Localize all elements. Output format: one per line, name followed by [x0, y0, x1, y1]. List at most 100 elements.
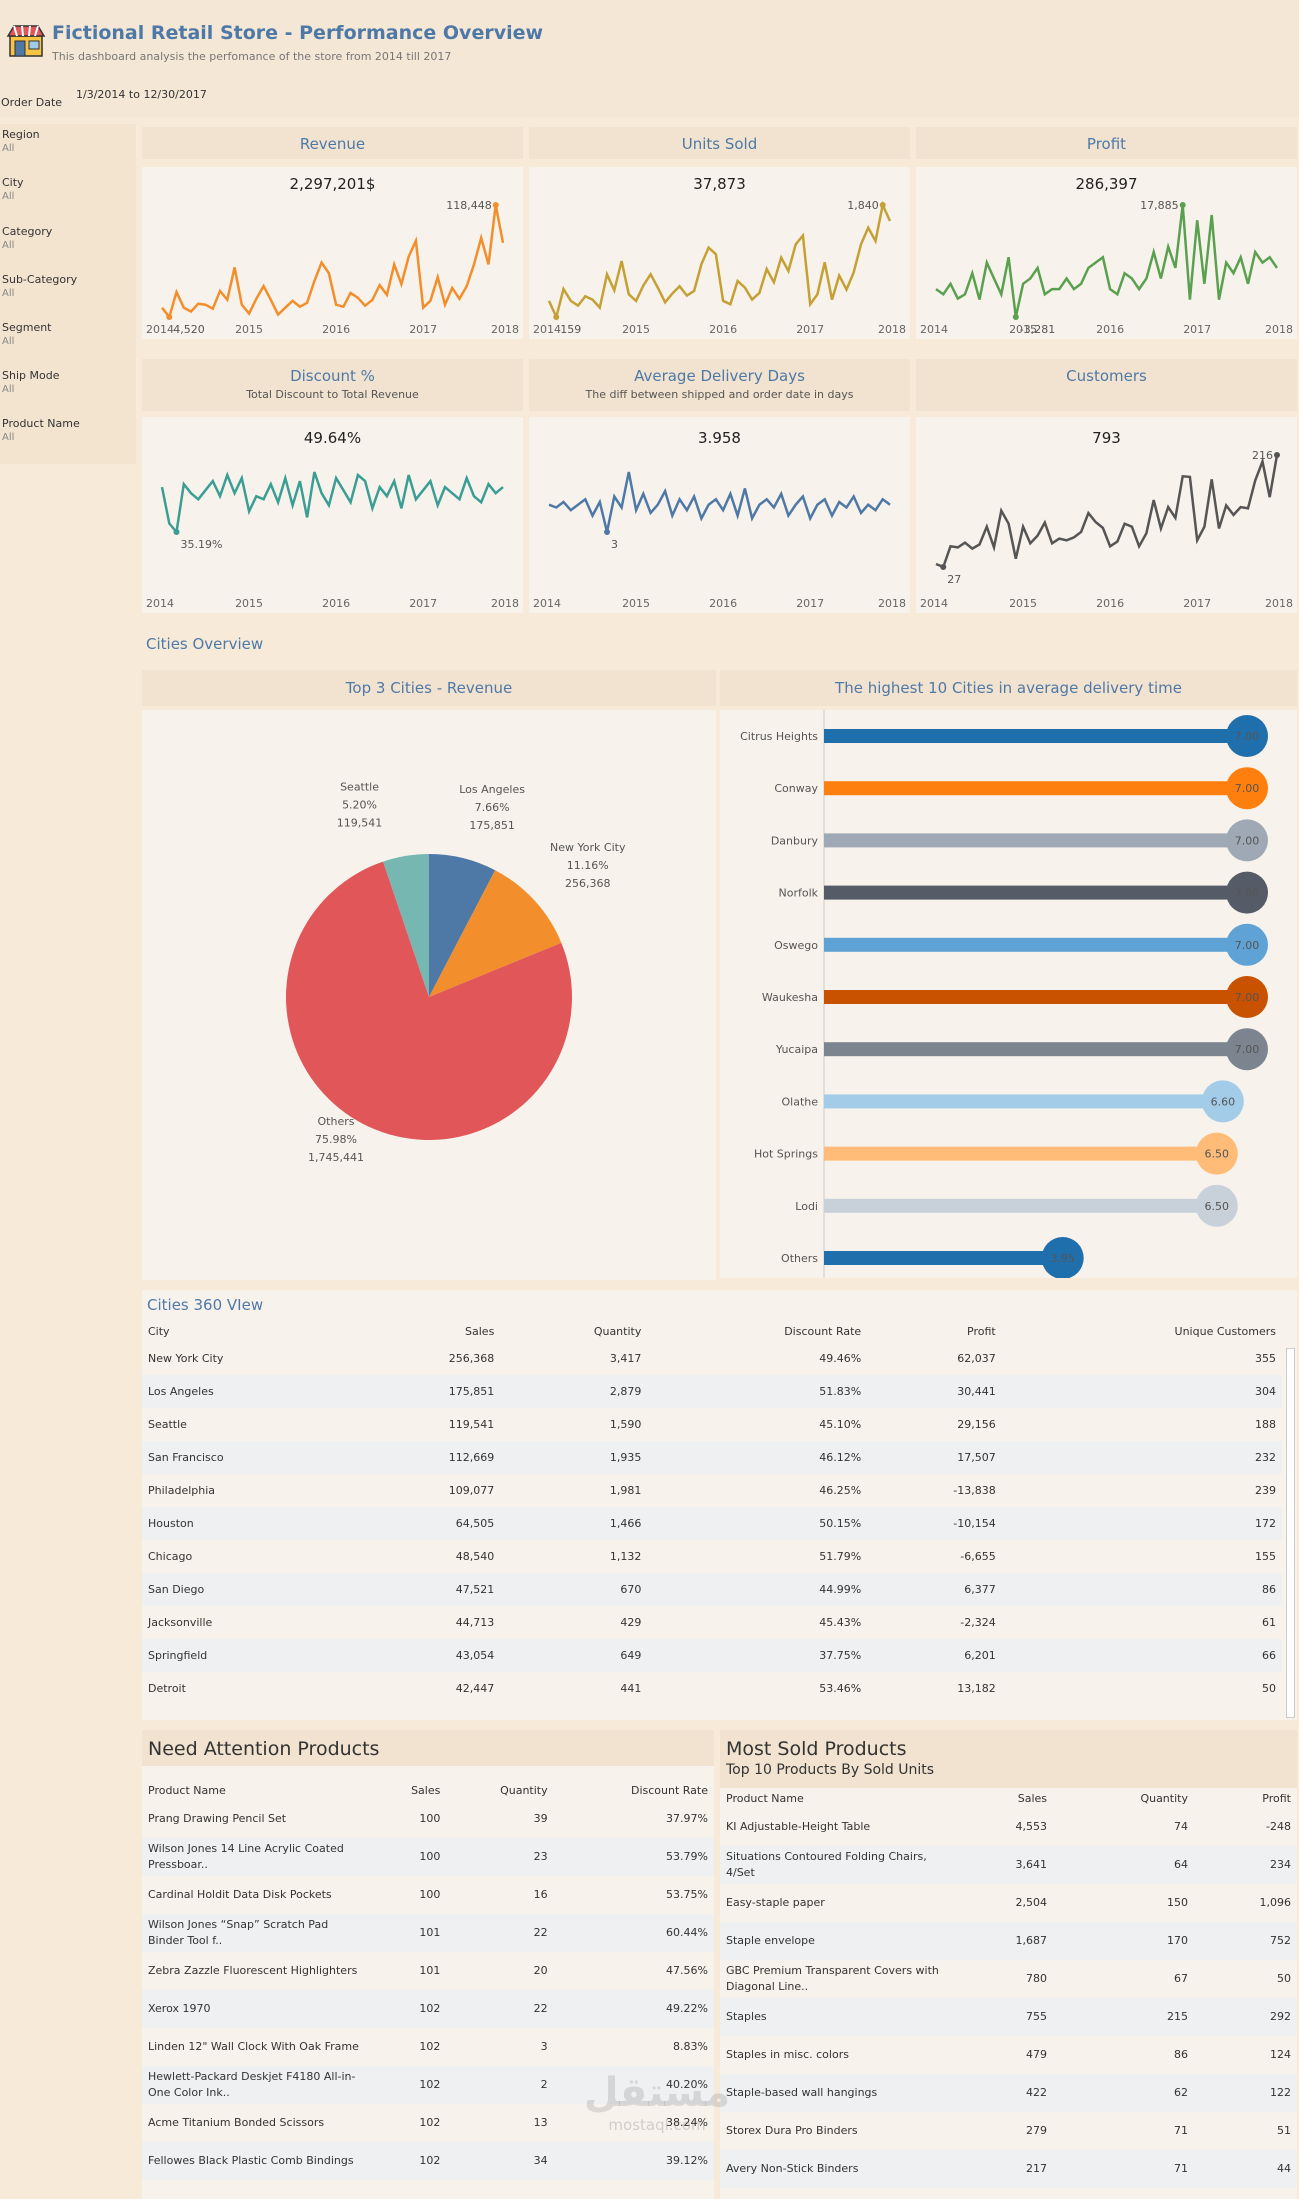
most-sold-row[interactable]: Staples 755 215 292	[720, 1998, 1297, 2036]
customers-line	[935, 454, 1279, 569]
most-sold-col-product-name[interactable]: Product Name	[720, 1788, 950, 1808]
bar-hot-springs	[824, 1146, 1217, 1161]
most-sold-col-profit[interactable]: Profit	[1194, 1788, 1297, 1808]
most-sold-row[interactable]: Storex Dura Pro Binders 279 71 51	[720, 2112, 1297, 2150]
year-tick-2014: 2014	[533, 323, 561, 336]
bar-danbury	[824, 833, 1247, 848]
discount-line	[160, 471, 504, 535]
most-sold-row[interactable]: Staple-based wall hangings 422 62 122	[720, 2074, 1297, 2112]
cities-360-row[interactable]: New York City 256,368 3,417 49.46% 62,037 355	[142, 1342, 1282, 1375]
filter-category[interactable]: Category All	[2, 225, 52, 251]
cities-360-row[interactable]: Jacksonville 44,713 429 45.43% -2,324 61	[142, 1606, 1282, 1639]
svg-text:256,368: 256,368	[565, 877, 611, 890]
cities-360-row[interactable]: Philadelphia 109,077 1,981 46.25% -13,838 239	[142, 1474, 1282, 1507]
pie-label-los-angeles: Los Angeles 7.66% 175,851	[459, 783, 525, 832]
attention-row[interactable]: Hewlett-Packard Deskjet F4180 All-in-One…	[142, 2066, 714, 2104]
cities-360-row[interactable]: San Diego 47,521 670 44.99% 6,377 86	[142, 1573, 1282, 1606]
most-sold-row[interactable]: Staple envelope 1,687 170 752	[720, 1922, 1297, 1960]
most-sold-panel: Most Sold Products Top 10 Products By So…	[720, 1730, 1297, 2199]
most-sold-col-sales[interactable]: Sales	[950, 1788, 1053, 1808]
attention-row[interactable]: Fellowes Black Plastic Comb Bindings 102 3…	[142, 2142, 714, 2180]
filter-sub-category[interactable]: Sub-Category All	[2, 273, 77, 299]
cities-360-scrollbar[interactable]	[1286, 1348, 1295, 1718]
revenue-min-point	[166, 314, 173, 320]
most-sold-row[interactable]: KI Adjustable-Height Table 4,553 74 -248	[720, 1808, 1297, 1846]
cities-360-row[interactable]: Springfield 43,054 649 37.75% 6,201 66	[142, 1639, 1282, 1672]
attention-row[interactable]: Wilson Jones 14 Line Acrylic Coated Pres…	[142, 1838, 714, 1876]
bar-title: The highest 10 Cities in average deliver…	[720, 670, 1297, 706]
kpi-units-header: Units Sold	[529, 127, 910, 159]
cities-360-panel: Cities 360 VIew City Sales Quantity Discoun…	[142, 1290, 1297, 1720]
profit-line	[935, 204, 1279, 318]
attention-row[interactable]: Wilson Jones “Snap” Scratch Pad Binder T…	[142, 1914, 714, 1952]
attention-row[interactable]: Linden 12" Wall Clock With Oak Frame 102 3…	[142, 2028, 714, 2066]
bar-value-oswego: 7.00	[1235, 939, 1260, 952]
cities-360-col-city[interactable]: City	[142, 1320, 358, 1342]
profit-min-point	[1012, 314, 1019, 320]
units-max-point	[879, 202, 886, 208]
cities-360-col-unique-customers[interactable]: Unique Customers	[1002, 1320, 1282, 1342]
cities-360-col-quantity[interactable]: Quantity	[500, 1320, 647, 1342]
cities-overview-title: Cities Overview	[146, 635, 264, 653]
kpi-customers: Customers 793 27 216 2014 2015 2016 2017 2018	[916, 359, 1297, 615]
attention-table: Product Name Sales Quantity Discount Rate P…	[142, 1780, 714, 2180]
svg-text:Others: Others	[318, 1115, 355, 1128]
cities-360-row[interactable]: Houston 64,505 1,466 50.15% -10,154 172	[142, 1507, 1282, 1540]
bar-norfolk	[824, 885, 1247, 900]
svg-text:Los Angeles: Los Angeles	[459, 783, 525, 796]
bar-value-citrus-heights: 7.00	[1235, 730, 1260, 743]
bar-label-hot-springs: Hot Springs	[754, 1148, 818, 1161]
attention-row[interactable]: Prang Drawing Pencil Set 100 39 37.97%	[142, 1800, 714, 1838]
year-tick-2018: 2018	[491, 323, 519, 336]
year-tick-2016: 2016	[1096, 597, 1124, 610]
order-date-range[interactable]: 1/3/2014 to 12/30/2017	[76, 88, 207, 101]
customers-max-point	[1274, 452, 1280, 458]
most-sold-row[interactable]: Staples in misc. colors 479 86 124	[720, 2036, 1297, 2074]
bar-value-lodi: 6.50	[1205, 1200, 1230, 1213]
filter-city[interactable]: City All	[2, 176, 24, 202]
most-sold-col-quantity[interactable]: Quantity	[1053, 1788, 1194, 1808]
kpi-delivery-value: 3.958	[698, 429, 741, 447]
most-sold-row[interactable]: Situations Contoured Folding Chairs, 4/S…	[720, 1846, 1297, 1884]
attention-col-quantity[interactable]: Quantity	[446, 1780, 553, 1800]
kpi-revenue-value: 2,297,201$	[289, 175, 376, 193]
year-tick-2014: 2014	[146, 597, 174, 610]
svg-text:Seattle: Seattle	[340, 780, 379, 793]
attention-col-discount-rate[interactable]: Discount Rate	[554, 1780, 714, 1800]
most-sold-row[interactable]: Avery Non-Stick Binders 217 71 44	[720, 2150, 1297, 2188]
svg-text:New York City: New York City	[550, 841, 626, 854]
kpi-delivery-header: Average Delivery Days The diff between sh…	[529, 359, 910, 411]
customers-min-point	[940, 564, 947, 570]
svg-text:11.16%: 11.16%	[567, 859, 609, 872]
most-sold-row[interactable]: Easy-staple paper 2,504 150 1,096	[720, 1884, 1297, 1922]
cities-360-col-profit[interactable]: Profit	[867, 1320, 1002, 1342]
bar-yucaipa	[824, 1042, 1247, 1057]
filter-region[interactable]: Region All	[2, 128, 40, 154]
attention-row[interactable]: Acme Titanium Bonded Scissors 102 13 38.24%	[142, 2104, 714, 2142]
cities-360-col-sales[interactable]: Sales	[358, 1320, 500, 1342]
year-tick-2015: 2015	[1009, 323, 1037, 336]
year-tick-2018: 2018	[1265, 597, 1293, 610]
attention-col-sales[interactable]: Sales	[372, 1780, 446, 1800]
cities-360-row[interactable]: Los Angeles 175,851 2,879 51.83% 30,441 304	[142, 1375, 1282, 1408]
attention-row[interactable]: Zebra Zazzle Fluorescent Highlighters 101…	[142, 1952, 714, 1990]
cities-360-col-discount-rate[interactable]: Discount Rate	[647, 1320, 867, 1342]
units-line	[547, 200, 892, 321]
cities-360-row[interactable]: Chicago 48,540 1,132 51.79% -6,655 155	[142, 1540, 1282, 1573]
year-tick-2016: 2016	[1096, 323, 1124, 336]
filter-product-name[interactable]: Product Name All	[2, 417, 80, 443]
filter-ship-mode[interactable]: Ship Mode All	[2, 369, 59, 395]
cities-360-row[interactable]: Seattle 119,541 1,590 45.10% 29,156 188	[142, 1408, 1282, 1441]
bar-value-yucaipa: 7.00	[1235, 1043, 1260, 1056]
delivery-bar-panel: The highest 10 Cities in average deliver…	[720, 670, 1297, 1280]
attention-col-product-name[interactable]: Product Name	[142, 1780, 372, 1800]
cities-360-row[interactable]: Detroit 42,447 441 53.46% 13,182 50	[142, 1672, 1282, 1705]
most-sold-row[interactable]: GBC Premium Transparent Covers with Diag…	[720, 1960, 1297, 1998]
attention-row[interactable]: Xerox 1970 102 22 49.22%	[142, 1990, 714, 2028]
year-tick-2018: 2018	[1265, 323, 1293, 336]
filter-segment[interactable]: Segment All	[2, 321, 52, 347]
svg-text:175,851: 175,851	[469, 819, 515, 832]
cities-360-row[interactable]: San Francisco 112,669 1,935 46.12% 17,507 232	[142, 1441, 1282, 1474]
bar-value-waukesha: 7.00	[1235, 991, 1260, 1004]
attention-row[interactable]: Cardinal Holdit Data Disk Pockets 100 16 53…	[142, 1876, 714, 1914]
